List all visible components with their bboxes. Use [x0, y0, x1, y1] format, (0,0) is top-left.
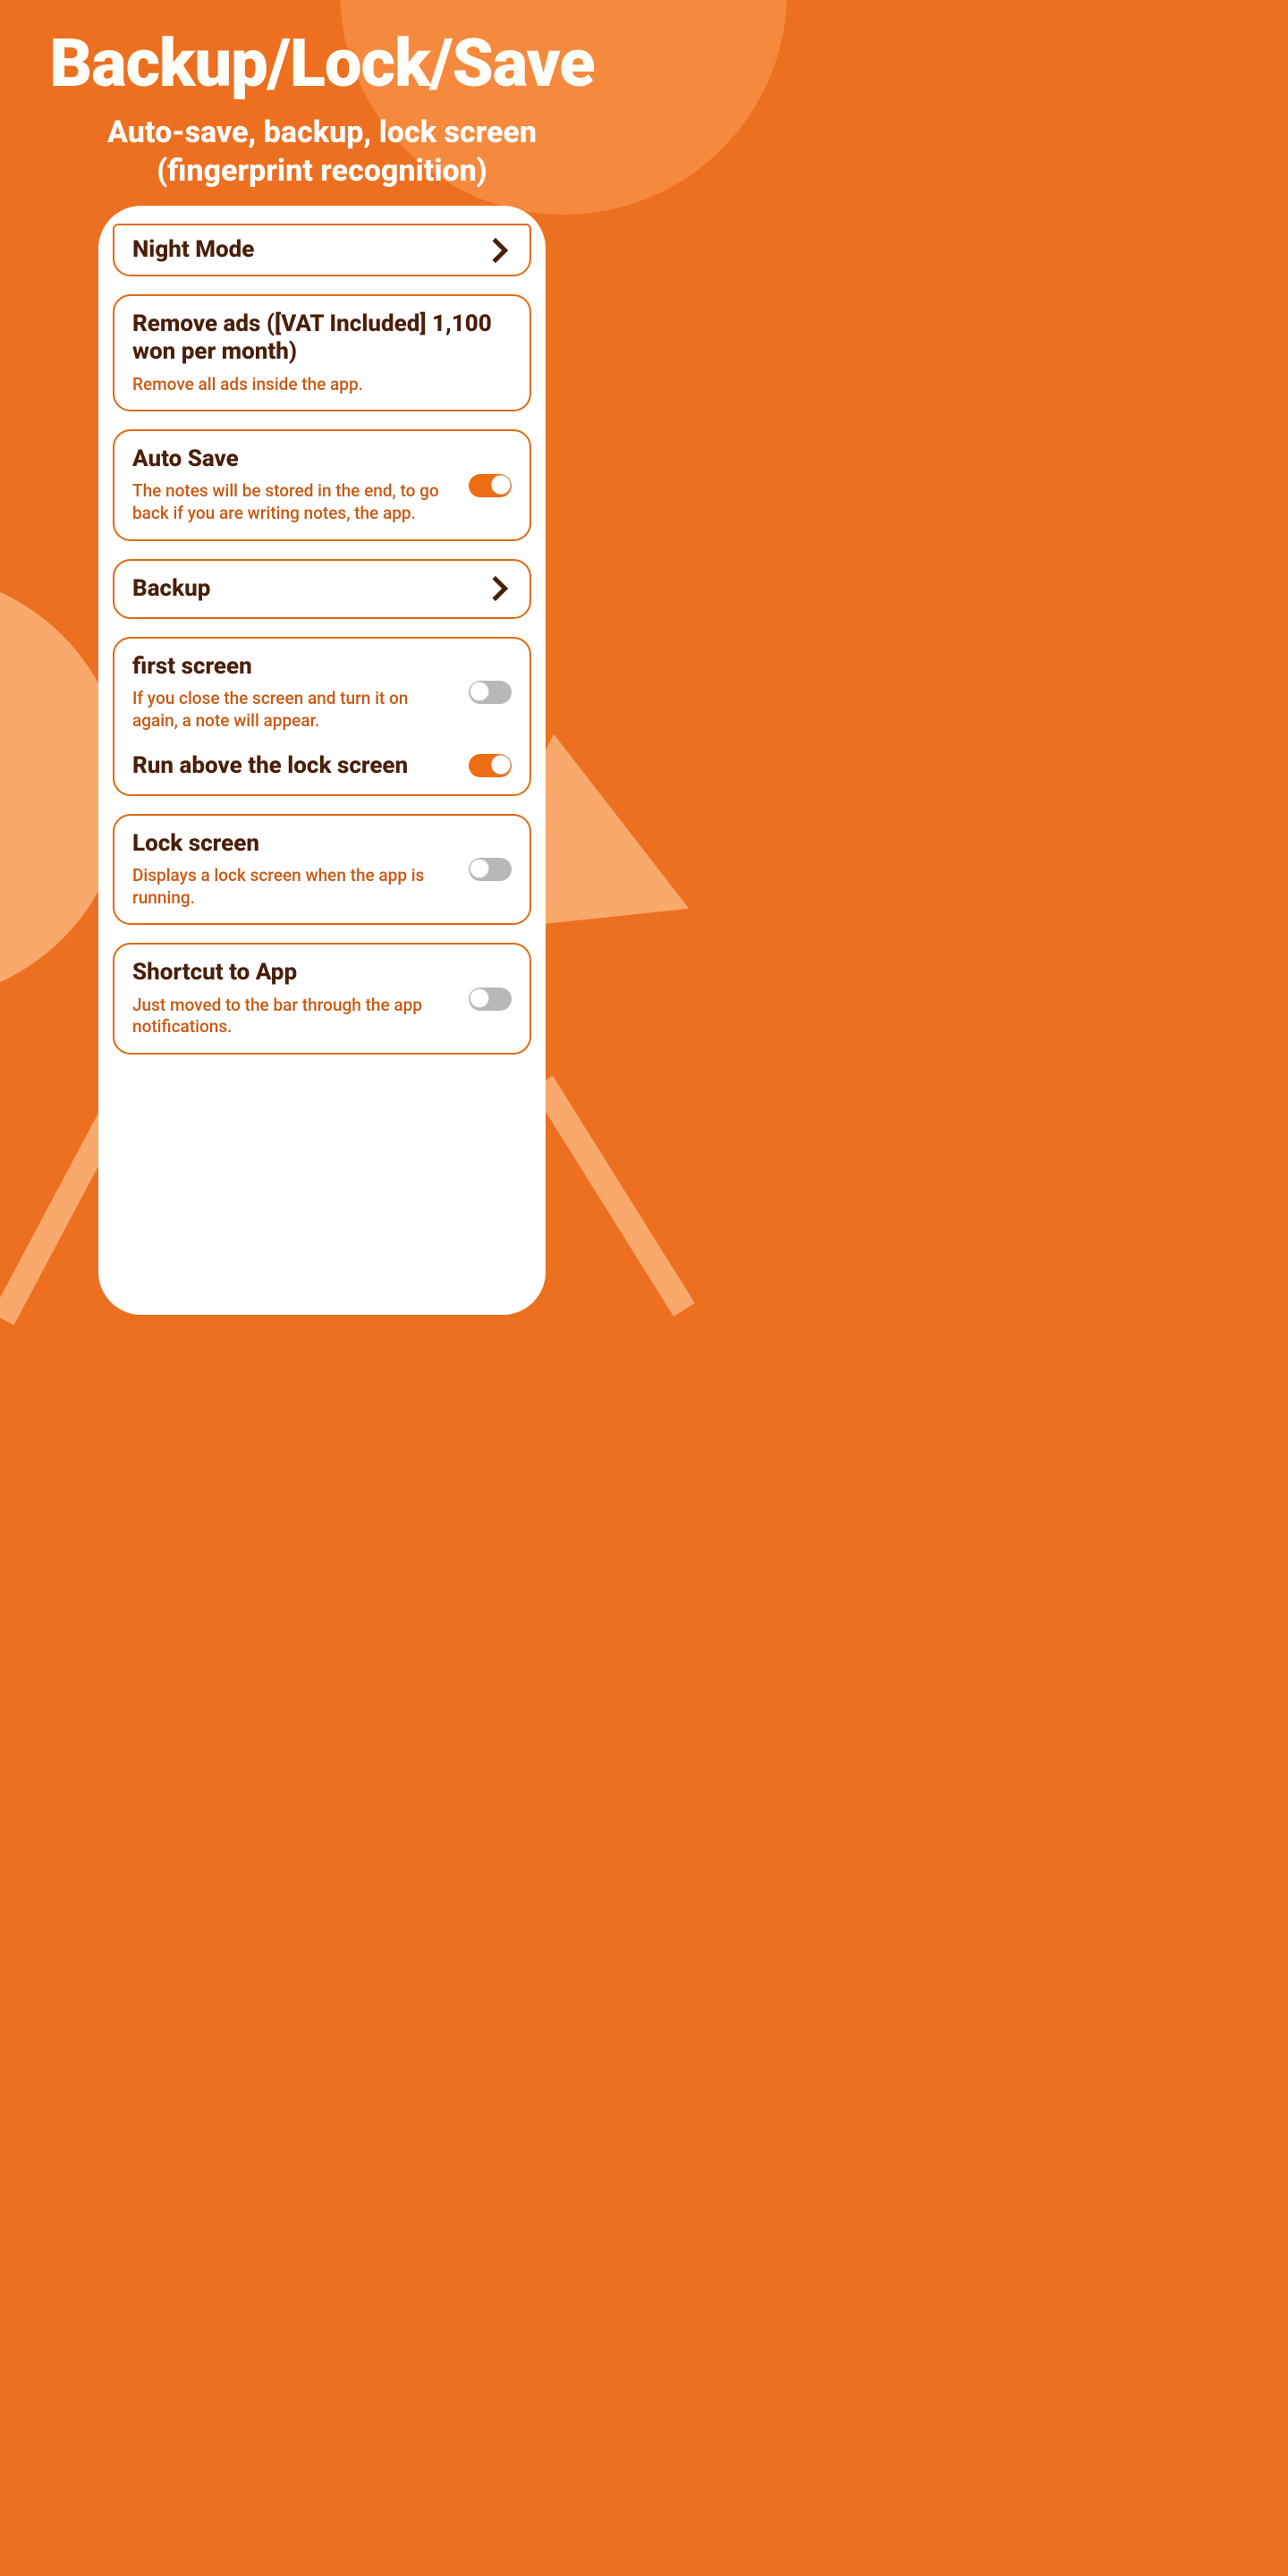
toggle-knob-icon [470, 859, 489, 878]
first-screen-subtitle: If you close the screen and turn it on a… [132, 688, 456, 732]
remove-ads-subtitle: Remove all ads inside the app. [132, 374, 512, 396]
lock-screen-title: Lock screen [132, 830, 456, 858]
auto-save-title: Auto Save [132, 445, 456, 473]
auto-save-item: Auto Save The notes will be stored in th… [113, 429, 531, 541]
subtitle-line2: (fingerprint recognition) [157, 153, 487, 189]
toggle-knob-icon [470, 988, 489, 1008]
toggle-knob-icon [470, 682, 489, 701]
subtitle-line1: Auto-save, backup, lock screen [107, 114, 537, 150]
lock-screen-toggle[interactable] [469, 858, 512, 881]
shortcut-item: Shortcut to App Just moved to the bar th… [113, 943, 531, 1055]
chevron-right-icon [483, 576, 508, 601]
chevron-right-icon [483, 237, 508, 262]
backup-item[interactable]: Backup [113, 559, 531, 619]
run-above-lock-toggle[interactable] [469, 754, 512, 777]
first-screen-group: first screen If you close the screen and… [113, 637, 531, 796]
auto-save-toggle[interactable] [469, 474, 512, 497]
toggle-knob-icon [491, 475, 511, 495]
shortcut-toggle[interactable] [469, 987, 512, 1011]
shortcut-subtitle: Just moved to the bar through the app no… [132, 995, 456, 1038]
lock-screen-item: Lock screen Displays a lock screen when … [113, 814, 531, 926]
page-title: Backup/Lock/Save [0, 25, 644, 103]
remove-ads-item[interactable]: Remove ads ([VAT Included] 1,100 won per… [113, 294, 531, 411]
night-mode-title: Night Mode [132, 236, 474, 264]
shortcut-title: Shortcut to App [132, 959, 456, 987]
lock-screen-subtitle: Displays a lock screen when the app is r… [132, 865, 456, 909]
first-screen-toggle[interactable] [469, 681, 512, 704]
decorative-ray [531, 1076, 695, 1317]
remove-ads-title: Remove ads ([VAT Included] 1,100 won per… [132, 310, 512, 366]
toggle-knob-icon [491, 755, 511, 775]
night-mode-item[interactable]: Night Mode [113, 224, 531, 276]
header: Backup/Lock/Save Auto-save, backup, lock… [0, 0, 644, 190]
run-above-lock-title: Run above the lock screen [132, 752, 456, 780]
first-screen-title: first screen [132, 653, 456, 681]
phone-frame: Night Mode Remove ads ([VAT Included] 1,… [98, 206, 546, 1315]
page-subtitle: Auto-save, backup, lock screen (fingerpr… [0, 114, 644, 190]
backup-title: Backup [132, 575, 474, 603]
auto-save-subtitle: The notes will be stored in the end, to … [132, 480, 456, 524]
